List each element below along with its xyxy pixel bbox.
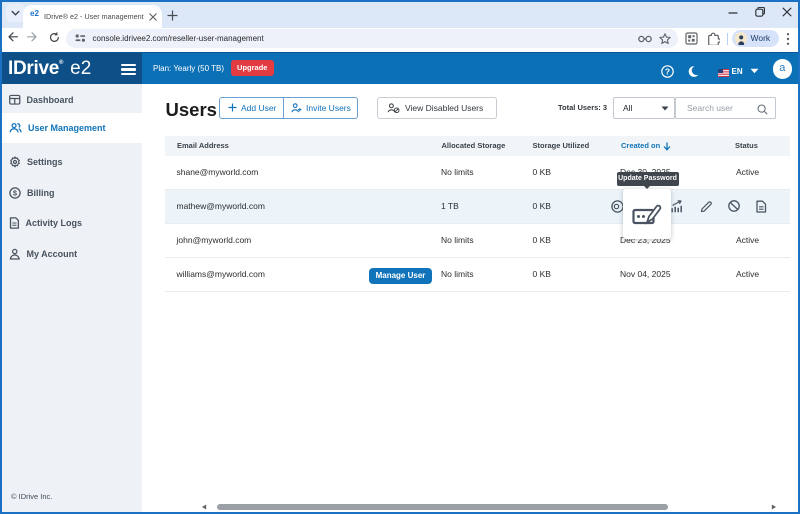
svg-text:$: $ [13,189,17,197]
svg-text:?: ? [665,67,670,77]
